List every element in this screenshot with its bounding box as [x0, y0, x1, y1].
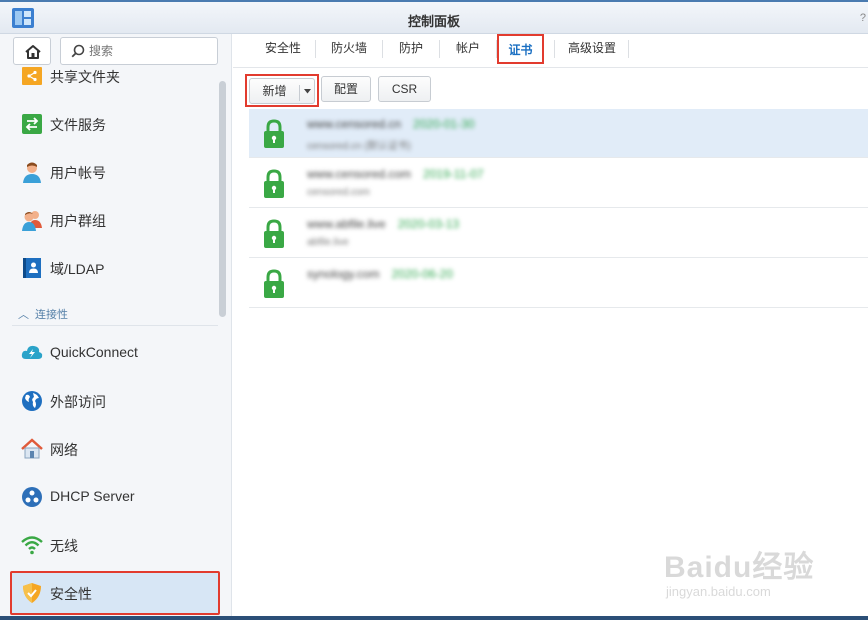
- network-icon: [21, 438, 43, 459]
- sidebar-item-label: 用户群组: [50, 213, 106, 229]
- sidebar-item-label: DHCP Server: [50, 488, 135, 504]
- sidebar-item-wireless[interactable]: 无线: [10, 523, 220, 567]
- sidebar-item-domain-ldap[interactable]: 域/LDAP: [10, 246, 220, 290]
- sidebar-item-label: 安全性: [50, 586, 92, 602]
- certificate-name: www.censored.cn 2020-01-30: [307, 117, 474, 131]
- certificate-name: synology.com 2020-06-20: [307, 267, 453, 281]
- sidebar-item-label: 用户帐号: [50, 165, 106, 181]
- shared-folder-icon: [22, 67, 42, 85]
- certificate-expiry: 2020-03-13: [397, 217, 460, 231]
- control-panel-window: 控制面板 ? 共享文件夹: [0, 0, 868, 618]
- add-button-label[interactable]: 新增: [250, 79, 299, 103]
- certificate-name: www.censored.com 2019-11-07: [307, 167, 484, 181]
- sidebar-item-dhcp-server[interactable]: DHCP Server: [10, 475, 220, 519]
- sidebar-item-label: 无线: [50, 538, 78, 554]
- external-access-icon: [22, 391, 42, 411]
- dropdown-arrow-icon[interactable]: [304, 89, 311, 94]
- baidu-watermark: Baidu经验 jingyan.baidu.com: [664, 542, 864, 612]
- tab-bar-divider: [233, 67, 868, 68]
- certificate-expiry: 2019-11-07: [423, 167, 484, 181]
- watermark-brand: Baidu经验: [664, 551, 815, 584]
- window-title: 控制面板: [407, 14, 460, 29]
- split-divider: [299, 85, 300, 101]
- section-divider: [12, 325, 218, 326]
- sidebar-item-label: 域/LDAP: [50, 261, 105, 277]
- csr-button[interactable]: CSR: [378, 76, 431, 102]
- section-connectivity-label: 连接性: [35, 309, 68, 321]
- security-shield-icon: [23, 583, 41, 603]
- certificate-subject: abfile.live: [307, 237, 349, 248]
- certificate-row[interactable]: synology.com 2020-06-20: [249, 259, 868, 308]
- certificate-subject: censored.com: [307, 187, 370, 198]
- tab-separator: [628, 40, 629, 58]
- help-button[interactable]: ?: [860, 12, 866, 24]
- configure-button[interactable]: 配置: [321, 76, 371, 102]
- watermark-url: jingyan.baidu.com: [666, 584, 771, 599]
- tab-advanced[interactable]: 高级设置: [556, 34, 628, 64]
- tab-firewall[interactable]: 防火墙: [317, 34, 381, 64]
- lock-icon: [264, 169, 284, 198]
- sidebar-item-shared-folder[interactable]: 共享文件夹: [10, 54, 220, 98]
- group-icon: [22, 211, 42, 231]
- lock-icon: [264, 119, 284, 148]
- lock-icon: [264, 219, 284, 248]
- certificate-expiry: 2020-06-20: [391, 267, 453, 281]
- file-services-icon: [22, 114, 42, 134]
- certificate-expiry: 2020-01-30: [413, 117, 475, 131]
- sidebar-item-network[interactable]: 网络: [10, 427, 220, 471]
- quickconnect-icon: [21, 345, 43, 359]
- tab-protection[interactable]: 防护: [384, 34, 438, 64]
- wifi-icon: [21, 536, 43, 555]
- certificate-name: www.abfile.live 2020-03-13: [307, 217, 459, 231]
- sidebar-item-label: 外部访问: [50, 394, 106, 410]
- tab-separator: [554, 40, 555, 58]
- lock-icon: [264, 269, 284, 298]
- certificate-domain: www.censored.com: [307, 167, 412, 181]
- sidebar-item-file-services[interactable]: 文件服务: [10, 102, 220, 146]
- tab-security[interactable]: 安全性: [251, 34, 315, 64]
- dhcp-icon: [22, 487, 42, 507]
- sidebar-item-label: 网络: [50, 442, 78, 458]
- certificate-row[interactable]: www.censored.com 2019-11-07 censored.com: [249, 159, 868, 208]
- certificate-subject: censored.cn (默认证书): [307, 141, 411, 152]
- sidebar-item-quickconnect[interactable]: QuickConnect: [10, 331, 220, 375]
- section-connectivity-header[interactable]: ︿ 连接性: [18, 306, 68, 322]
- add-split-button[interactable]: 新增: [249, 78, 315, 104]
- sidebar: 共享文件夹 文件服务 用户帐号: [0, 34, 232, 618]
- sidebar-item-label: QuickConnect: [50, 344, 138, 360]
- certificate-domain: synology.com: [307, 267, 380, 281]
- sidebar-item-user-account[interactable]: 用户帐号: [10, 150, 220, 194]
- certificate-row[interactable]: www.abfile.live 2020-03-13 abfile.live: [249, 209, 868, 258]
- tab-certificate[interactable]: 证书: [497, 34, 544, 64]
- certificate-domain: www.abfile.live: [307, 217, 386, 231]
- user-icon: [23, 162, 41, 183]
- sidebar-item-external-access[interactable]: 外部访问: [10, 379, 220, 423]
- sidebar-item-user-group[interactable]: 用户群组: [10, 198, 220, 242]
- sidebar-scrollbar[interactable]: [219, 81, 226, 317]
- collapse-chevron-icon: ︿: [18, 309, 29, 321]
- add-button-highlight: 新增: [245, 74, 319, 107]
- domain-ldap-icon: [23, 258, 41, 278]
- tab-account[interactable]: 帐户: [441, 34, 495, 64]
- certificate-domain: www.censored.cn: [307, 117, 402, 131]
- sidebar-item-label: 文件服务: [50, 117, 106, 133]
- tab-separator: [439, 40, 440, 58]
- tab-separator: [315, 40, 316, 58]
- main-panel: 安全性 防火墙 防护 帐户 证书 高级设置 新增 配置 CSR www.cens…: [233, 34, 868, 618]
- tab-separator: [382, 40, 383, 58]
- title-bar: 控制面板 ?: [0, 2, 868, 34]
- desktop-bottom-edge: [0, 616, 868, 620]
- sidebar-item-security[interactable]: 安全性: [10, 571, 220, 615]
- certificate-row[interactable]: www.censored.cn 2020-01-30 censored.cn (默…: [249, 109, 868, 158]
- sidebar-item-label: 共享文件夹: [50, 69, 120, 85]
